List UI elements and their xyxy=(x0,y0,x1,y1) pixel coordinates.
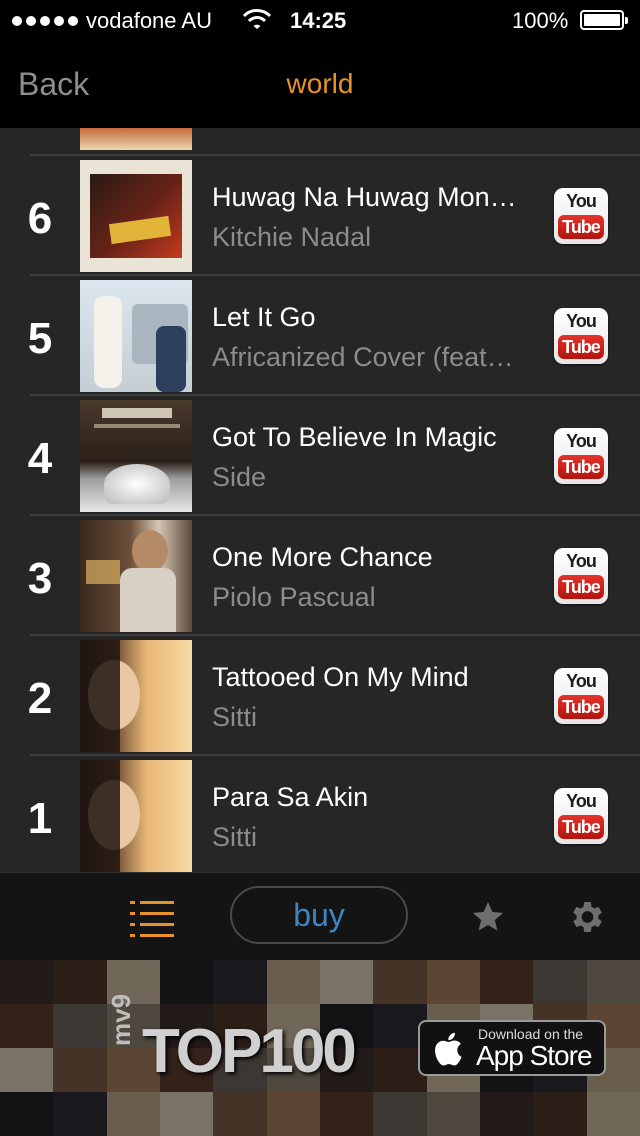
clock: 14:25 xyxy=(290,8,347,33)
youtube-logo-top: You xyxy=(566,191,597,211)
youtube-logo-bottom: Tube xyxy=(558,695,604,719)
album-art xyxy=(80,128,192,150)
youtube-button[interactable]: You Tube xyxy=(554,188,608,244)
page-title: world xyxy=(286,68,354,99)
track-rank: 2 xyxy=(27,674,53,723)
youtube-button[interactable]: You Tube xyxy=(554,308,608,364)
carrier: vodafone AU xyxy=(12,8,212,34)
navigation-bar: Back world xyxy=(0,40,640,128)
app-store-button[interactable]: Download on the App Store xyxy=(418,1020,606,1076)
track-artist: Kitchie Nadal xyxy=(212,222,372,252)
track-row[interactable]: 3 One More Chance Piolo Pascual You Tube xyxy=(0,516,640,636)
buy-button[interactable]: buy xyxy=(230,886,408,944)
track-title: Para Sa Akin xyxy=(212,782,369,812)
track-rank: 6 xyxy=(27,194,53,243)
star-icon[interactable] xyxy=(470,899,506,935)
youtube-logo-bottom: Tube xyxy=(558,455,604,479)
track-title: Huwag Na Huwag Mon… xyxy=(212,182,517,212)
album-art xyxy=(80,640,192,752)
youtube-button[interactable]: You Tube xyxy=(554,668,608,724)
youtube-logo-top: You xyxy=(566,791,597,811)
list-icon[interactable] xyxy=(130,901,174,937)
youtube-logo-bottom: Tube xyxy=(558,335,604,359)
track-row[interactable]: 4 Got To Believe In Magic Side You Tube xyxy=(0,396,640,516)
track-row[interactable]: 1 Para Sa Akin Sitti You Tube xyxy=(0,756,640,872)
signal-icon xyxy=(12,16,78,26)
youtube-button[interactable]: You Tube xyxy=(554,428,608,484)
track-row[interactable]: 2 Tattooed On My Mind Sitti You Tube xyxy=(0,636,640,756)
track-title: Let It Go xyxy=(212,302,316,332)
track-artist: Sitti xyxy=(212,822,258,852)
track-row[interactable]: 5 Let It Go Africanized Cover (feat… You… xyxy=(0,276,640,396)
track-rank: 5 xyxy=(27,314,53,363)
youtube-logo-top: You xyxy=(566,431,597,451)
track-artist: Africanized Cover (feat… xyxy=(212,342,514,372)
track-artist: Sitti xyxy=(212,702,258,732)
album-art xyxy=(80,160,192,272)
album-art xyxy=(80,400,192,512)
battery-percent: 100% xyxy=(512,8,569,33)
track-title: Got To Believe In Magic xyxy=(212,422,497,452)
gear-icon[interactable] xyxy=(566,897,606,937)
youtube-logo-bottom: Tube xyxy=(558,575,604,599)
status-bar: vodafone AU 14:25 100% xyxy=(0,0,640,40)
track-rank: 3 xyxy=(27,554,53,603)
store-name: App Store xyxy=(476,1040,593,1071)
track-row[interactable]: 6 Huwag Na Huwag Mon… Kitchie Nadal You … xyxy=(0,156,640,276)
track-title: One More Chance xyxy=(212,542,433,572)
youtube-logo-bottom: Tube xyxy=(558,815,604,839)
track-rank: 1 xyxy=(27,794,53,843)
track-title: Tattooed On My Mind xyxy=(212,662,469,692)
youtube-logo-top: You xyxy=(566,551,597,571)
ad-brand: mv9 xyxy=(106,993,136,1046)
track-rank: 4 xyxy=(27,434,53,483)
bottom-toolbar: buy xyxy=(0,872,640,961)
youtube-button[interactable]: You Tube xyxy=(554,788,608,844)
album-art xyxy=(80,760,192,872)
ad-banner[interactable]: mv9 TOP100 Download on the App Store xyxy=(0,960,640,1136)
battery-icon xyxy=(580,10,628,30)
album-art xyxy=(80,520,192,632)
apple-icon xyxy=(435,1032,462,1066)
youtube-button[interactable]: You Tube xyxy=(554,548,608,604)
youtube-logo-top: You xyxy=(566,311,597,331)
youtube-logo-top: You xyxy=(566,671,597,691)
carrier-label: vodafone AU xyxy=(86,8,212,33)
track-artist: Side xyxy=(212,462,267,492)
youtube-logo-bottom: Tube xyxy=(558,215,604,239)
chart-list[interactable]: 6 Huwag Na Huwag Mon… Kitchie Nadal You … xyxy=(0,128,640,872)
track-artist: Piolo Pascual xyxy=(212,582,376,612)
wifi-icon xyxy=(242,9,272,29)
ad-headline: TOP100 xyxy=(142,1017,357,1086)
album-art xyxy=(80,280,192,392)
